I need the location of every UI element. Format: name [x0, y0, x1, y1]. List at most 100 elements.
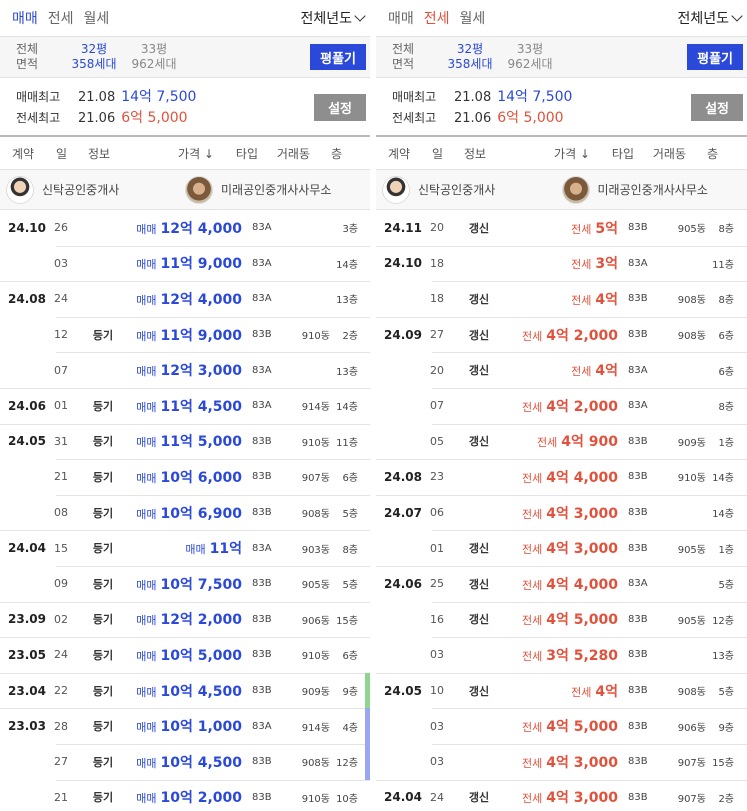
unit-type: 83B	[252, 507, 272, 519]
area-option-33[interactable]: 33평 962세대	[500, 42, 560, 72]
table-row[interactable]: 03 전세 4억 5,000 83B 906동 9층	[376, 708, 747, 744]
agent-item[interactable]: 미래공인중개사사무소	[185, 175, 364, 204]
price-cell: 전세 4억 3,000	[500, 538, 628, 558]
settings-button[interactable]: 설정	[314, 94, 366, 121]
floor: 6층	[718, 366, 734, 378]
table-row[interactable]: 18 갱신 전세 4억 83B 908동 8층	[376, 281, 747, 317]
info-badge: 등기	[92, 506, 114, 520]
table-row[interactable]: 24.04 15 등기 매매 11억 83A 903동 8층	[0, 530, 370, 566]
year-dropdown-label: 전체년도	[300, 11, 352, 27]
table-row[interactable]: 24.06 01 등기 매매 11억 4,500 83A 914동 14층	[0, 387, 370, 424]
tab-monthly[interactable]: 월세	[460, 8, 486, 28]
table-row[interactable]: 20 갱신 전세 4억 83A 6층	[376, 352, 747, 388]
table-row[interactable]: 12 등기 매매 11억 9,000 83B 910동 2층	[0, 316, 370, 353]
tab-monthly[interactable]: 월세	[84, 8, 110, 28]
table-row[interactable]: 23.04 22 등기 매매 10억 4,500 83B 909동 9층	[0, 672, 370, 709]
pyeong-expand-button[interactable]: 평풀기	[310, 44, 366, 70]
price-cell: 매매 10억 5,000	[124, 645, 252, 665]
table-row[interactable]: 24.10 26 매매 12억 4,000 83A 3층	[0, 210, 370, 246]
tab-jeonse[interactable]: 전세	[424, 8, 450, 28]
table-row[interactable]: 24.10 18 전세 3억 83A 11층	[376, 245, 747, 282]
price-amount: 10억 7,500	[160, 576, 242, 593]
table-row[interactable]: 23.03 28 등기 매매 10억 1,000 83A 914동 4층	[0, 708, 370, 744]
area-option-32[interactable]: 32평 358세대	[440, 42, 500, 72]
screenshot-root: 매매 전세 월세 전체년도 전체 면적 32평 358세대 33평 962세대 평풀기 매매최고 21.…	[0, 0, 747, 811]
year-dropdown[interactable]: 전체년도	[677, 8, 743, 28]
table-row[interactable]: 23.09 02 등기 매매 12억 2,000 83B 906동 15층	[0, 601, 370, 638]
table-row[interactable]: 03 전세 3억 5,280 83B 13층	[376, 637, 747, 673]
table-row[interactable]: 03 전세 4억 3,000 83B 907동 15층	[376, 743, 747, 780]
price-amount: 10억 1,000	[160, 719, 242, 736]
pyeong-expand-button[interactable]: 평풀기	[687, 44, 743, 70]
price-cell: 매매 12억 4,000	[124, 218, 252, 238]
table-row[interactable]: 24.05 10 갱신 전세 4억 83B 908동 5층	[376, 672, 747, 709]
deal-kind: 전세	[521, 543, 543, 557]
tab-sale[interactable]: 매매	[12, 8, 38, 28]
unit-type: 83A	[628, 400, 648, 412]
price-amount: 4억 3,000	[546, 505, 618, 522]
table-row[interactable]: 05 갱신 전세 4억 900 83B 909동 1층	[376, 423, 747, 460]
table-row[interactable]: 01 갱신 전세 4억 3,000 83B 905동 1층	[376, 530, 747, 566]
price-amount: 4억 3,000	[546, 541, 618, 558]
table-row[interactable]: 24.08 23 전세 4억 4,000 83B 910동 14층	[376, 459, 747, 495]
sale-max-date: 21.08	[454, 89, 492, 105]
table-row[interactable]: 09 등기 매매 10억 7,500 83B 905동 5층	[0, 565, 370, 602]
table-row[interactable]: 21 등기 매매 10억 6,000 83B 907동 6층	[0, 459, 370, 495]
sale-max-label: 매매최고	[392, 89, 437, 104]
agent-item[interactable]: 미래공인중개사사무소	[561, 175, 742, 204]
deal-kind: 매매	[136, 792, 157, 806]
price-cell: 매매 10억 7,500	[124, 574, 252, 594]
unit-type: 83A	[628, 257, 648, 269]
agent-item[interactable]: 신탁공인중개사	[6, 175, 185, 204]
building-dong: 905동	[677, 224, 706, 236]
contract-month: 24.10	[8, 220, 46, 235]
year-dropdown[interactable]: 전체년도	[300, 8, 366, 28]
table-row[interactable]: 21 등기 매매 10억 2,000 83B 910동 10층	[0, 779, 370, 811]
price-cell: 매매 10억 2,000	[124, 787, 252, 807]
table-row[interactable]: 27 등기 매매 10억 4,500 83B 908동 12층	[0, 743, 370, 780]
area-pyeong: 32평	[80, 42, 108, 56]
unit-type: 83B	[252, 791, 272, 803]
unit-type: 83B	[628, 435, 648, 447]
table-row[interactable]: 03 매매 11억 9,000 83A 14층	[0, 245, 370, 282]
table-row[interactable]: 24.09 27 갱신 전세 4억 2,000 83B 908동 6층	[376, 316, 747, 353]
agent-item[interactable]: 신탁공인중개사	[382, 175, 562, 204]
building-dong: 910동	[301, 793, 330, 805]
building-dong: 910동	[301, 437, 330, 449]
column-info: 정보	[88, 146, 111, 161]
table-row[interactable]: 24.05 31 등기 매매 11억 5,000 83B 910동 11층	[0, 423, 370, 460]
contract-day: 01	[54, 399, 68, 413]
table-row[interactable]: 16 갱신 전세 4억 5,000 83B 905동 12층	[376, 601, 747, 638]
deal-kind: 매매	[136, 578, 157, 592]
area-option-33[interactable]: 33평 962세대	[124, 42, 184, 72]
table-row[interactable]: 07 매매 12억 3,000 83A 13층	[0, 352, 370, 388]
table-row[interactable]: 24.07 06 전세 4억 3,000 83B 14층	[376, 494, 747, 531]
column-price[interactable]: 가격 ↓	[508, 145, 596, 162]
column-price[interactable]: 가격 ↓	[132, 145, 220, 162]
area-option-32[interactable]: 32평 358세대	[64, 42, 124, 72]
chevron-down-icon	[354, 10, 366, 22]
contract-day: 16	[430, 612, 444, 626]
settings-button[interactable]: 설정	[691, 94, 743, 121]
floor: 8층	[718, 295, 734, 307]
table-row[interactable]: 08 등기 매매 10억 6,900 83B 908동 5층	[0, 494, 370, 531]
deal-kind: 전세	[521, 792, 543, 806]
contract-month: 24.05	[8, 434, 46, 449]
deal-kind: 전세	[571, 685, 592, 699]
price-cell: 매매 12억 3,000	[124, 360, 252, 380]
table-row[interactable]: 07 전세 4억 2,000 83A 8층	[376, 387, 747, 424]
tab-jeonse[interactable]: 전세	[48, 8, 74, 28]
contract-day: 21	[54, 470, 68, 484]
deal-kind: 전세	[521, 329, 543, 343]
max-price-lines: 매매최고 21.08 14억 7,500 전세최고 21.06 6억 5,000	[392, 86, 572, 128]
price-cell: 매매 10억 1,000	[124, 716, 252, 736]
table-row[interactable]: 24.11 20 갱신 전세 5억 83B 905동 8층	[376, 210, 747, 246]
table-row[interactable]: 24.06 25 갱신 전세 4억 4,000 83A 5층	[376, 565, 747, 602]
table-row[interactable]: 24.04 24 갱신 전세 4억 3,000 83B 907동 2층	[376, 779, 747, 811]
table-row[interactable]: 24.08 24 매매 12억 4,000 83A 13층	[0, 281, 370, 317]
unit-type: 83B	[252, 471, 272, 483]
tab-sale[interactable]: 매매	[388, 8, 414, 28]
table-row[interactable]: 23.05 24 등기 매매 10억 5,000 83B 910동 6층	[0, 637, 370, 673]
contract-day: 28	[54, 719, 68, 733]
deal-kind: 매매	[136, 400, 157, 414]
